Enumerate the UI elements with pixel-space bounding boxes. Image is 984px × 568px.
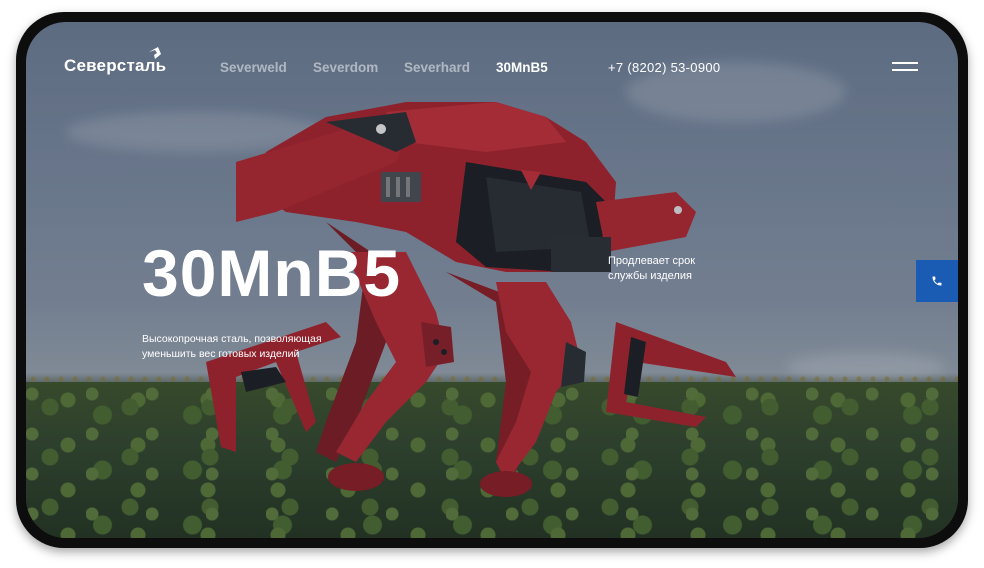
nav-severhard[interactable]: Severhard	[404, 60, 470, 75]
side-note: Продлевает срок службы изделия	[608, 255, 696, 282]
nav-severweld[interactable]: Severweld	[220, 60, 287, 75]
nav-severdom[interactable]: Severdom	[313, 60, 378, 75]
nav-30mnb5[interactable]: 30MnB5	[496, 60, 548, 75]
hamburger-menu-icon[interactable]	[892, 62, 918, 72]
hero-screen: Северсталь Severweld Severdom Severhard …	[26, 22, 958, 538]
hero-title: 30MnB5	[142, 236, 402, 310]
device-frame: Северсталь Severweld Severdom Severhard …	[16, 12, 968, 548]
hero-description: Высокопрочная сталь, позволяющая уменьши…	[142, 333, 322, 360]
phone-icon	[932, 276, 942, 286]
logo-mark-icon	[149, 47, 161, 59]
call-button[interactable]	[916, 260, 958, 302]
phone-number[interactable]: +7 (8202) 53-0900	[608, 60, 720, 75]
